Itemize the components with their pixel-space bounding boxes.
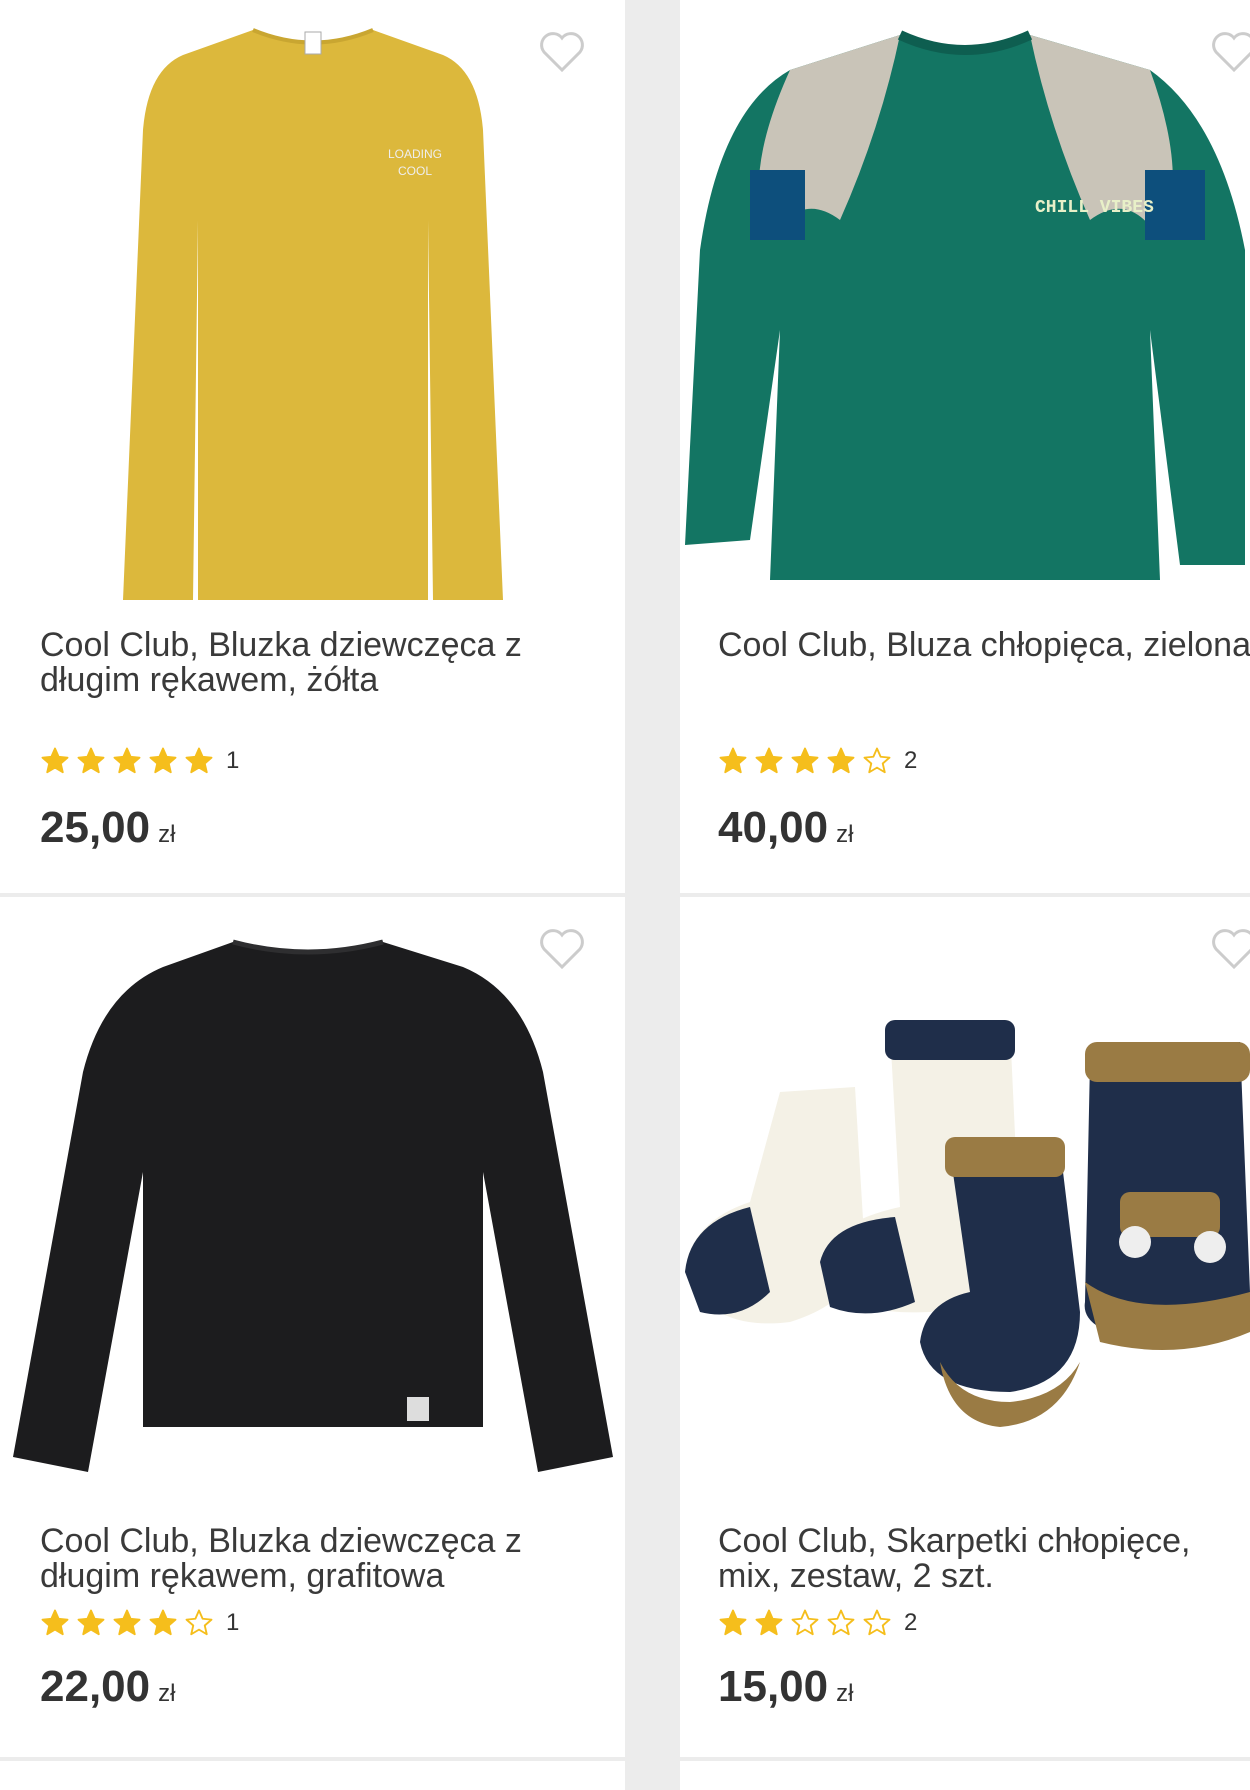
star-filled-icon [718, 1608, 748, 1638]
rating-count: 1 [226, 747, 240, 774]
product-price: 15,00 zł [718, 1662, 853, 1712]
product-card[interactable]: Cool Club, Skarpetki chłopięce, mix, zes… [680, 897, 1250, 1757]
product-title[interactable]: Cool Club, Bluza chłopięca, zielona [718, 628, 1250, 663]
product-image[interactable] [0, 897, 625, 1507]
product-card[interactable] [680, 1761, 1250, 1790]
rating-stars: 1 [40, 746, 239, 776]
star-filled-icon [112, 1608, 142, 1638]
rating-count: 2 [904, 747, 918, 774]
star-filled-icon [184, 746, 214, 776]
price-currency: zł [836, 1680, 854, 1707]
product-title[interactable]: Cool Club, Bluzka dziewczęca z długim rę… [40, 1524, 560, 1594]
star-filled-icon [718, 746, 748, 776]
star-filled-icon [40, 1608, 70, 1638]
favorite-heart-icon[interactable] [1210, 30, 1250, 74]
product-image[interactable]: CHILL VIBES [680, 0, 1250, 620]
favorite-heart-icon[interactable] [538, 927, 586, 971]
favorite-heart-icon[interactable] [538, 30, 586, 74]
star-filled-icon [148, 1608, 178, 1638]
price-value: 15,00 [718, 1662, 829, 1711]
product-card[interactable] [0, 1761, 625, 1790]
price-value: 22,00 [40, 1662, 151, 1711]
star-filled-icon [754, 746, 784, 776]
price-value: 40,00 [718, 803, 829, 852]
product-price: 25,00 zł [40, 803, 175, 853]
rating-stars: 2 [718, 1608, 917, 1638]
product-price: 22,00 zł [40, 1662, 175, 1712]
star-filled-icon [790, 746, 820, 776]
star-filled-icon [754, 1608, 784, 1638]
product-card[interactable]: CHILL VIBES Cool Club, Bluza chłopięca, … [680, 0, 1250, 893]
star-filled-icon [76, 746, 106, 776]
product-image[interactable]: LOADING COOL [0, 0, 625, 620]
price-currency: zł [158, 821, 176, 848]
print-text: CHILL VIBES [1035, 198, 1154, 218]
star-filled-icon [148, 746, 178, 776]
star-empty-icon [862, 1608, 892, 1638]
star-filled-icon [112, 746, 142, 776]
svg-text:COOL: COOL [398, 164, 432, 178]
product-title[interactable]: Cool Club, Skarpetki chłopięce, mix, zes… [718, 1524, 1250, 1594]
price-currency: zł [836, 821, 854, 848]
product-card[interactable]: LOADING COOL Cool Club, Bluzka dziewczęc… [0, 0, 625, 893]
svg-text:LOADING: LOADING [388, 147, 442, 161]
star-empty-icon [790, 1608, 820, 1638]
price-currency: zł [158, 1680, 176, 1707]
star-empty-icon [862, 746, 892, 776]
rating-count: 2 [904, 1609, 918, 1636]
product-title[interactable]: Cool Club, Bluzka dziewczęca z długim rę… [40, 628, 560, 698]
product-price: 40,00 zł [718, 803, 853, 853]
favorite-heart-icon[interactable] [1210, 927, 1250, 971]
price-value: 25,00 [40, 803, 151, 852]
product-card[interactable]: Cool Club, Bluzka dziewczęca z długim rę… [0, 897, 625, 1757]
star-filled-icon [76, 1608, 106, 1638]
star-empty-icon [826, 1608, 856, 1638]
product-image[interactable] [680, 897, 1250, 1507]
rating-count: 1 [226, 1609, 240, 1636]
star-empty-icon [184, 1608, 214, 1638]
star-filled-icon [826, 746, 856, 776]
rating-stars: 2 [718, 746, 917, 776]
rating-stars: 1 [40, 1608, 239, 1638]
star-filled-icon [40, 746, 70, 776]
